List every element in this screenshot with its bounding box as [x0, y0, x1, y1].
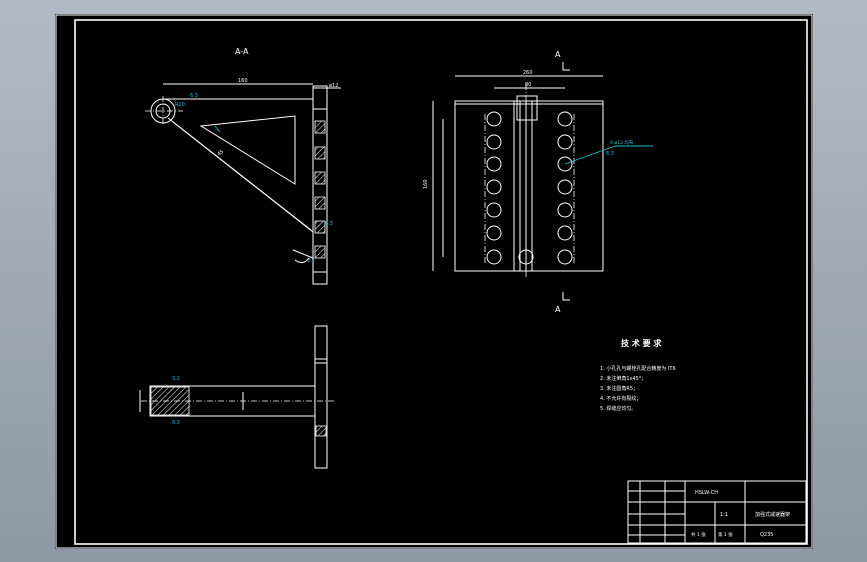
title-scale: 1:1: [720, 512, 728, 518]
tech-req-item-1: 1. 小孔孔与螺栓孔配合精度为 IT6: [600, 365, 676, 372]
svg-text:ø12: ø12: [329, 83, 338, 89]
holes-left-column: [486, 111, 502, 265]
front-view: A 260 80 160 6-ø12 均布 6.3 A: [423, 50, 653, 314]
dim-hole-spacing: 80: [525, 82, 531, 88]
title-page: 第 1 张: [718, 531, 733, 538]
svg-text:6.3: 6.3: [325, 221, 333, 227]
tech-req-item-2: 2. 未注倒角1x45°；: [600, 375, 646, 382]
tech-req-item-3: 3. 未注圆角R5；: [600, 385, 638, 392]
svg-text:3.2: 3.2: [172, 376, 180, 382]
holes-right-column: [557, 111, 573, 265]
cad-viewport[interactable]: A-A 160 ø12 R20 45 6.3 3.2 6.3 A 260 80 …: [0, 0, 867, 562]
dim-top-width: 160: [238, 78, 248, 84]
section-letter-bottom: A: [555, 305, 561, 314]
svg-text:6.3: 6.3: [190, 93, 198, 99]
drawing-sheet: A-A 160 ø12 R20 45 6.3 3.2 6.3 A 260 80 …: [55, 14, 813, 549]
top-view-vertical: [314, 325, 328, 469]
section-label: A-A: [235, 47, 249, 56]
section-letter-top: A: [555, 50, 561, 59]
sheet-outer-border: [55, 14, 813, 549]
section-view-a-a: A-A 160 ø12 R20 45 6.3 3.2 6.3: [145, 47, 341, 285]
hole-callout: 6-ø12 均布: [610, 139, 634, 146]
svg-text:6.3: 6.3: [172, 420, 180, 426]
svg-text:160: 160: [423, 179, 429, 189]
title-sheet-count: 共 1 张: [691, 531, 706, 538]
svg-text:R20: R20: [175, 102, 185, 108]
plate-outline: [454, 100, 604, 272]
top-view: 3.2 6.3: [139, 325, 335, 469]
svg-text:6.3: 6.3: [606, 151, 614, 157]
drawing-canvas: A-A 160 ø12 R20 45 6.3 3.2 6.3 A 260 80 …: [55, 14, 813, 549]
title-block: HSLW-CH 1:1 加强式减速器架 Q235 共 1 张 第 1 张: [627, 480, 807, 544]
dim-plate-width: 260: [523, 70, 533, 76]
svg-text:45: 45: [216, 149, 225, 158]
tech-req-item-5: 5. 焊缝应均匀。: [600, 405, 636, 412]
tech-req-title: 技 术 要 求: [621, 338, 662, 348]
technical-requirements: 技 术 要 求 1. 小孔孔与螺栓孔配合精度为 IT6 2. 未注倒角1x45°…: [600, 338, 676, 412]
tech-req-item-4: 4. 不允许有裂纹；: [600, 395, 641, 402]
title-material: Q235: [760, 532, 773, 538]
title-part-name: 加强式减速器架: [755, 511, 790, 518]
title-part-label: HSLW-CH: [695, 490, 718, 496]
